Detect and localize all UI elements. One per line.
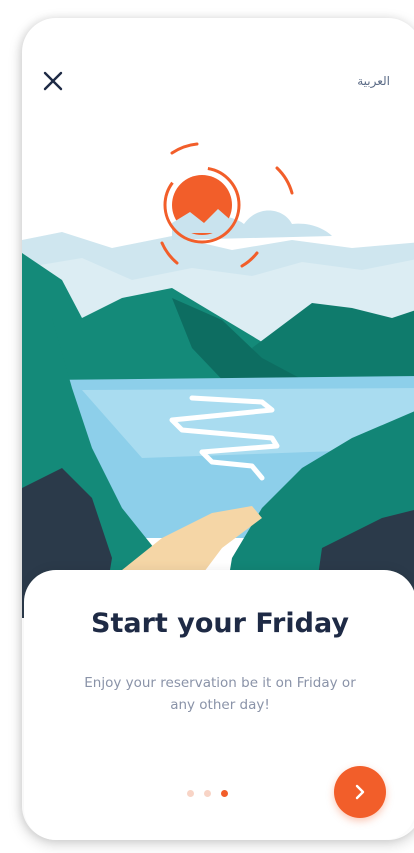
close-icon	[43, 71, 63, 91]
pagination-dots	[187, 790, 228, 797]
chevron-right-icon	[355, 784, 365, 800]
onboarding-card: Start your Friday Enjoy your reservation…	[24, 570, 414, 840]
onboarding-screen: العربية Start your Friday Enjoy your res…	[22, 18, 414, 840]
language-toggle-link[interactable]: العربية	[357, 74, 390, 88]
pagination-dot[interactable]	[187, 790, 194, 797]
onboarding-subtitle: Enjoy your reservation be it on Friday o…	[84, 675, 356, 713]
close-button[interactable]	[38, 66, 68, 96]
pagination-dot-active[interactable]	[221, 790, 228, 797]
next-button[interactable]	[334, 766, 386, 818]
onboarding-title: Start your Friday	[91, 608, 349, 639]
pagination-dot[interactable]	[204, 790, 211, 797]
